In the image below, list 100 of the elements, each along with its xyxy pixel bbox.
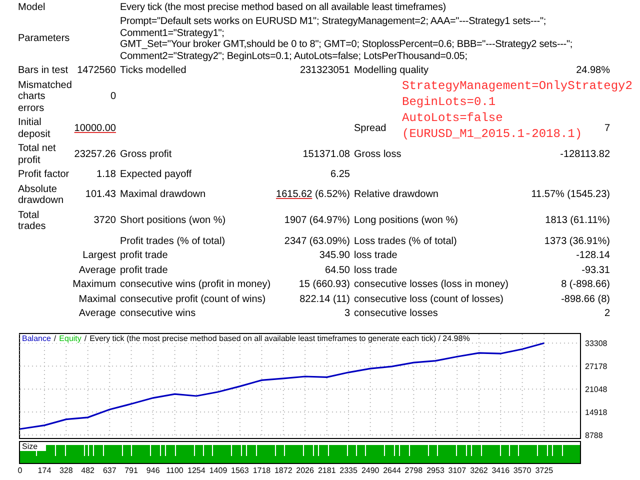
- axis-label: 2335: [340, 466, 358, 475]
- axis-label: 946: [146, 466, 160, 475]
- field-label: Profit trades (% of total): [120, 236, 226, 247]
- size-label: Size: [22, 442, 38, 451]
- field-label: Gross profit: [120, 148, 172, 160]
- field-value: 0: [110, 91, 116, 102]
- axis-label: 14918: [585, 408, 608, 418]
- field-value: 23257.26: [74, 148, 116, 160]
- axis-label: 791: [124, 466, 138, 475]
- field-label: consecutive loss (count of losses): [354, 294, 504, 305]
- field-label: Modelling quality: [354, 65, 428, 76]
- field-value: 1373 (36.91%): [544, 236, 610, 247]
- axis-label: 2798: [404, 466, 423, 475]
- field-label: Ticks modelled: [120, 65, 186, 76]
- field-label: Expected payoff: [120, 169, 192, 180]
- annotation-text: StrategyManagement=OnlyStrategy2: [402, 78, 632, 94]
- field-label: consecutive wins: [120, 308, 196, 320]
- chart-caption: Every tick (the most precise method based on all available least timeframes to generate each tick) / 24.98%: [90, 334, 470, 343]
- axis-label: 33308: [585, 339, 608, 348]
- axis-label: 27178: [585, 362, 608, 372]
- field-label: Spread: [354, 122, 386, 134]
- field-value: 7: [604, 122, 610, 134]
- field-value: 345.90: [319, 250, 350, 262]
- field-value: -898.66 (8): [561, 294, 610, 305]
- field-value: 1.18: [96, 169, 116, 180]
- field-label: Long positions (won %): [354, 215, 458, 227]
- axis-label: 3262: [470, 466, 488, 475]
- field-label: Total net profit: [18, 143, 56, 166]
- axis-label: 3725: [535, 466, 554, 475]
- axis-label: 1254: [188, 466, 206, 475]
- axis-label: 2181: [318, 466, 336, 475]
- field-label: Loss trades (% of total): [354, 236, 457, 247]
- field-value: 10000.00: [74, 122, 116, 134]
- axis-label: 3107: [448, 466, 466, 475]
- field-value: 3720: [94, 215, 116, 227]
- field-label: Gross loss: [354, 148, 402, 160]
- field-value: -128.14: [576, 250, 610, 262]
- field-label: Initial deposit: [18, 117, 50, 140]
- field-value: -93.31: [582, 264, 610, 276]
- field-value: 11.57% (1545.23): [531, 189, 610, 201]
- annotation-text: BeginLots=0.1: [402, 94, 496, 110]
- field-label: Relative drawdown: [354, 189, 438, 201]
- axis-label: 2644: [383, 466, 401, 475]
- axis-label: 1872: [274, 466, 292, 475]
- row-prefix: Average: [78, 264, 116, 276]
- row-prefix: Maximum: [72, 279, 116, 290]
- legend-label: Equity: [59, 334, 82, 343]
- field-value: 8 (-898.66): [561, 279, 610, 290]
- axis-label: 3416: [492, 466, 510, 475]
- field-label: Profit factor: [18, 169, 70, 180]
- field-value: 1615.62 (6.52%): [276, 189, 350, 201]
- field-value: 2347 (63.09%): [284, 236, 350, 247]
- field-label: loss trade: [354, 250, 398, 262]
- field-value: 3: [344, 308, 350, 320]
- field-label: Short positions (won %): [120, 215, 226, 227]
- row-prefix: Largest: [82, 250, 116, 262]
- axis-label: 2026: [296, 466, 314, 475]
- row-prefix: Average: [78, 308, 116, 320]
- field-value: 1472560: [77, 65, 116, 76]
- axis-label: 1718: [252, 466, 271, 475]
- field-label: Bars in test: [18, 65, 68, 76]
- field-value: Prompt="Default sets works on EURUSD M1"; StrategyManagement=2; AAA="---Strategy1 sets---"; Comment1="Strategy1"; GMT_Set="Your broker GMT,should be 0 to 8"; GMT=0; StoplossPercent=0.6; BBB="---Strategy2 sets---"; Comment2="Strategy2"; BeginLots=0.1; AutoLots=false; LotsPerThousand=0.05;: [120, 16, 574, 62]
- field-label: Maximal drawdown: [120, 189, 206, 201]
- field-value: 24.98%: [576, 65, 610, 76]
- field-value: 2: [604, 308, 610, 320]
- field-label: Mismatched charts errors: [18, 80, 72, 114]
- field-label: Total trades: [18, 210, 46, 232]
- row-prefix: Maximal: [78, 294, 116, 305]
- field-value: 1813 (61.11%): [545, 215, 610, 227]
- axis-label: 2953: [426, 466, 444, 475]
- axis-label: 0: [18, 466, 22, 475]
- axis-label: 637: [102, 466, 116, 475]
- field-label: profit trade: [120, 250, 168, 262]
- field-value: 231323051: [300, 65, 350, 76]
- axis-label: 8788: [585, 431, 603, 440]
- field-label: loss trade: [354, 264, 398, 276]
- field-label: consecutive wins (profit in money): [120, 279, 271, 290]
- field-label: consecutive losses (loss in money): [354, 279, 509, 290]
- axis-label: 3570: [513, 466, 532, 475]
- axis-label: 1409: [209, 466, 228, 475]
- field-value: 6.25: [330, 169, 350, 180]
- field-label: Model: [18, 2, 46, 13]
- axis-label: 328: [59, 466, 73, 475]
- field-label: profit trade: [120, 264, 168, 276]
- axis-label: 1563: [231, 466, 249, 475]
- field-label: consecutive losses: [354, 308, 438, 320]
- annotation-text: (EURUSD_M1_2015.1-2018.1): [402, 126, 582, 142]
- axis-label: 482: [81, 466, 94, 475]
- field-value: 151371.08: [302, 148, 350, 160]
- field-label: Parameters: [18, 33, 70, 45]
- field-value: Every tick (the most precise method based on all available least timeframes): [120, 2, 447, 13]
- field-label: consecutive profit (count of wins): [120, 294, 266, 305]
- legend-separator: /: [54, 334, 56, 343]
- field-value: 64.50: [324, 264, 350, 276]
- legend-separator: /: [84, 334, 87, 343]
- axis-label: 174: [38, 466, 52, 475]
- axis-label: 1100: [166, 466, 184, 475]
- axis-label: 2490: [361, 466, 380, 475]
- field-value: 1907 (64.97%): [284, 215, 350, 227]
- legend-label: Balance: [22, 334, 51, 343]
